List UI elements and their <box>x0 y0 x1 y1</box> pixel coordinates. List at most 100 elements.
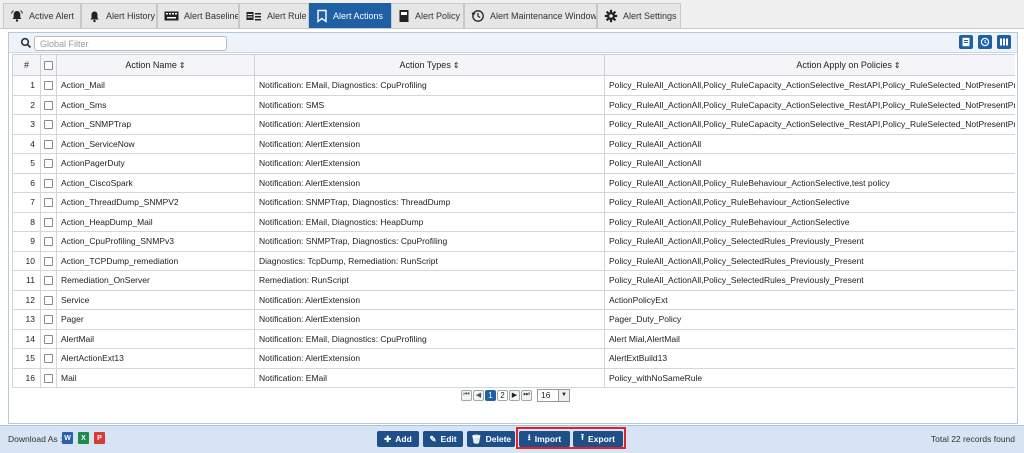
first-page-button[interactable]: ⏮ <box>461 389 472 401</box>
tab-alert-policy[interactable]: Alert Policy <box>391 3 464 28</box>
row-checkbox[interactable] <box>44 217 53 227</box>
row-select[interactable] <box>40 270 57 291</box>
action-name-cell[interactable]: Service <box>56 289 255 310</box>
table-row[interactable]: 14 AlertMail Notification: EMail, Diagnost… <box>12 328 1015 349</box>
row-select[interactable] <box>40 250 57 271</box>
action-name-cell[interactable]: Mail <box>56 367 255 388</box>
tab-alert-maintenance-window[interactable]: Alert Maintenance Window <box>464 3 597 28</box>
action-name-cell[interactable]: Action_HeapDump_Mail <box>56 211 255 232</box>
action-name-cell[interactable]: Remediation_OnServer <box>56 270 255 291</box>
last-page-button[interactable]: ⏭ <box>521 389 532 401</box>
row-select[interactable] <box>40 172 57 193</box>
action-name-cell[interactable]: AlertActionExt13 <box>56 348 255 369</box>
global-filter-input[interactable] <box>34 36 227 51</box>
table-row[interactable]: 4 Action_ServiceNow Notification: AlertExt… <box>12 133 1015 154</box>
tab-alert-history[interactable]: Alert History <box>81 3 157 28</box>
action-name-cell[interactable]: Action_Mail <box>56 75 255 96</box>
action-types-cell: Notification: AlertExtension <box>254 133 605 154</box>
table-row[interactable]: 12 Service Notification: AlertExtension Act… <box>12 289 1015 310</box>
row-checkbox[interactable] <box>44 178 53 188</box>
action-name-cell[interactable]: Action_ThreadDump_SNMPV2 <box>56 192 255 213</box>
report-button[interactable] <box>959 35 973 49</box>
row-checkbox[interactable] <box>44 315 53 325</box>
row-select[interactable] <box>40 114 57 135</box>
row-checkbox[interactable] <box>44 159 53 169</box>
pdf-file-icon[interactable]: P <box>94 432 105 444</box>
row-checkbox[interactable] <box>44 120 53 130</box>
table-row[interactable]: 6 Action_CiscoSpark Notification: AlertExt… <box>12 172 1015 193</box>
tab-alert-settings[interactable]: Alert Settings <box>597 3 681 28</box>
row-select[interactable] <box>40 289 57 310</box>
row-select[interactable] <box>40 231 57 252</box>
header-action-policies[interactable]: Action Apply on Policies ⇕ <box>604 54 1015 76</box>
tab-alert-actions[interactable]: Alert Actions <box>309 3 391 28</box>
row-select[interactable] <box>40 309 57 330</box>
action-name-cell[interactable]: Action_ServiceNow <box>56 133 255 154</box>
edit-button[interactable]: ✎ Edit <box>423 431 463 447</box>
row-checkbox[interactable] <box>44 256 53 266</box>
table-row[interactable]: 10 Action_TCPDump_remediation Diagnostics:… <box>12 250 1015 271</box>
next-page-button[interactable]: ▶ <box>509 389 520 401</box>
table-row[interactable]: 8 Action_HeapDump_Mail Notification: EMail… <box>12 211 1015 232</box>
row-select[interactable] <box>40 192 57 213</box>
prev-page-button[interactable]: ◀ <box>473 389 484 401</box>
header-action-name[interactable]: Action Name ⇕ <box>56 54 255 76</box>
columns-button[interactable] <box>997 35 1011 49</box>
action-name-cell[interactable]: ActionPagerDuty <box>56 153 255 174</box>
row-select[interactable] <box>40 348 57 369</box>
tab-active-alert[interactable]: Active Alert <box>3 3 81 28</box>
excel-file-icon[interactable]: X <box>78 432 89 444</box>
action-name-cell[interactable]: Action_CiscoSpark <box>56 172 255 193</box>
header-action-types[interactable]: Action Types ⇕ <box>254 54 605 76</box>
page-number-current[interactable]: 1 <box>485 389 496 401</box>
action-name-cell[interactable]: Action_SNMPTrap <box>56 114 255 135</box>
table-row[interactable]: 15 AlertActionExt13 Notification: AlertExt… <box>12 348 1015 369</box>
row-checkbox[interactable] <box>44 100 53 110</box>
table-row[interactable]: 16 Mail Notification: EMail Policy_withNoSa… <box>12 367 1015 388</box>
action-name-cell[interactable]: Action_Sms <box>56 94 255 115</box>
row-select[interactable] <box>40 75 57 96</box>
table-row[interactable]: 2 Action_Sms Notification: SMS Policy_RuleA… <box>12 94 1015 115</box>
action-name-cell[interactable]: Pager <box>56 309 255 330</box>
tab-alert-rule[interactable]: Alert Rule <box>239 3 309 28</box>
action-types-cell: Notification: AlertExtension <box>254 153 605 174</box>
row-checkbox[interactable] <box>44 354 53 364</box>
row-checkbox[interactable] <box>44 295 53 305</box>
table-row[interactable]: 1 Action_Mail Notification: EMail, Diagnos… <box>12 75 1015 96</box>
action-types-cell: Notification: AlertExtension <box>254 289 605 310</box>
word-file-icon[interactable]: W <box>62 432 73 444</box>
action-name-cell[interactable]: AlertMail <box>56 328 255 349</box>
row-select[interactable] <box>40 153 57 174</box>
add-button[interactable]: ✚ Add <box>377 431 419 447</box>
delete-button[interactable]: 🗑 Delete <box>467 431 515 447</box>
tab-alert-baseline[interactable]: Alert Baseline <box>157 3 239 28</box>
table-row[interactable]: 11 Remediation_OnServer Remediation: RunSc… <box>12 270 1015 291</box>
page-size-select[interactable]: 16 ▼ <box>537 388 570 402</box>
action-types-cell: Notification: EMail, Diagnostics: CpuPro… <box>254 75 605 96</box>
row-select[interactable] <box>40 211 57 232</box>
row-checkbox[interactable] <box>44 81 53 91</box>
row-select[interactable] <box>40 94 57 115</box>
row-checkbox[interactable] <box>44 139 53 149</box>
bell-icon <box>90 11 99 22</box>
row-checkbox[interactable] <box>44 334 53 344</box>
table-row[interactable]: 9 Action_CpuProfiling_SNMPv3 Notification:… <box>12 231 1015 252</box>
row-select[interactable] <box>40 367 57 388</box>
table-row[interactable]: 3 Action_SNMPTrap Notification: AlertExten… <box>12 114 1015 135</box>
page-size-value: 16 <box>541 390 551 400</box>
action-name-cell[interactable]: Action_CpuProfiling_SNMPv3 <box>56 231 255 252</box>
header-select-all[interactable] <box>40 54 57 76</box>
row-select[interactable] <box>40 133 57 154</box>
row-checkbox[interactable] <box>44 373 53 383</box>
row-checkbox[interactable] <box>44 198 53 208</box>
table-row[interactable]: 7 Action_ThreadDump_SNMPV2 Notification: S… <box>12 192 1015 213</box>
select-all-checkbox[interactable] <box>44 61 53 71</box>
row-select[interactable] <box>40 328 57 349</box>
row-checkbox[interactable] <box>44 237 53 247</box>
table-row[interactable]: 13 Pager Notification: AlertExtension Pager… <box>12 309 1015 330</box>
table-row[interactable]: 5 ActionPagerDuty Notification: AlertExten… <box>12 153 1015 174</box>
action-name-cell[interactable]: Action_TCPDump_remediation <box>56 250 255 271</box>
history-button[interactable] <box>978 35 992 49</box>
row-checkbox[interactable] <box>44 276 53 286</box>
page-number[interactable]: 2 <box>497 389 508 401</box>
